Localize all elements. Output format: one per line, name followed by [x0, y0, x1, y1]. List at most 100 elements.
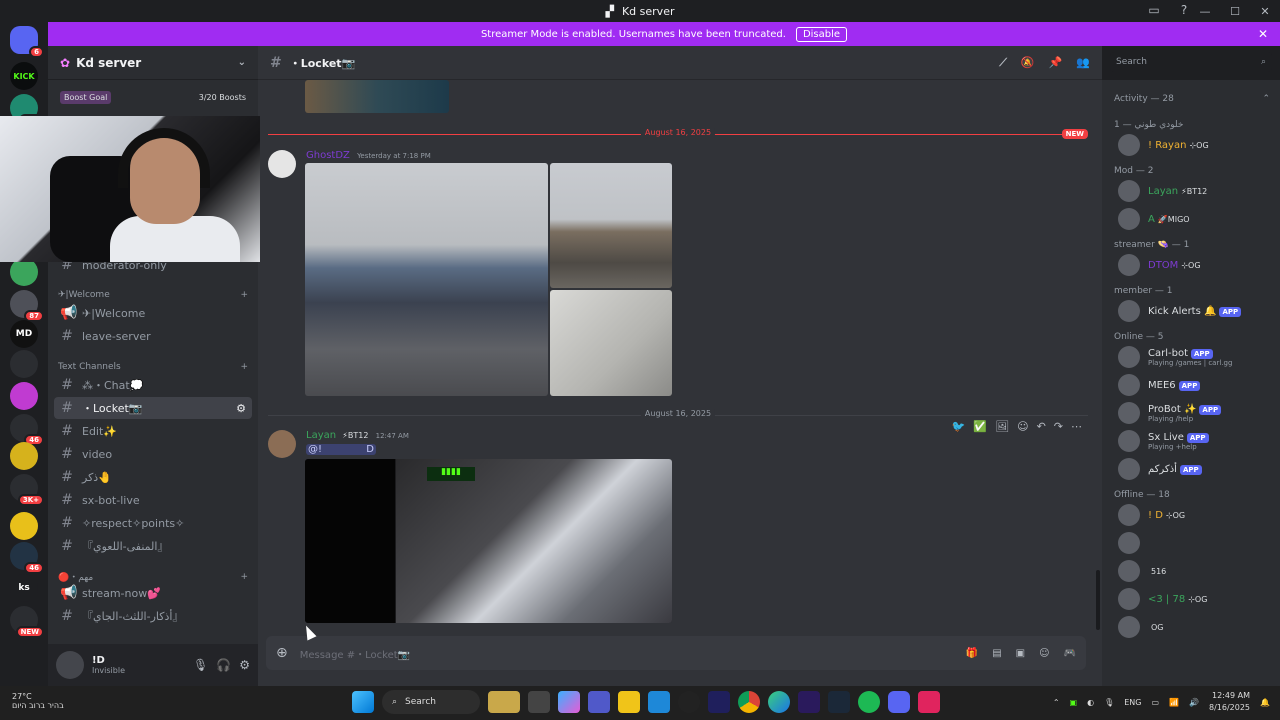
attachment-image-map[interactable]	[550, 290, 672, 396]
taskbar-search[interactable]: ⌕ Search	[382, 690, 480, 714]
notification-bell-icon[interactable]: 🔕	[1021, 56, 1035, 70]
premiere-icon[interactable]	[798, 691, 820, 713]
emoji-icon[interactable]: ☺	[1039, 648, 1049, 659]
member-item[interactable]: ! D ⊹OG	[1118, 504, 1185, 526]
channel-item[interactable]: # video	[54, 443, 252, 465]
disable-button[interactable]: Disable	[795, 26, 848, 42]
reaction-icon[interactable]: 🐦	[952, 420, 966, 433]
clock[interactable]: 12:49 AM 8/16/2025	[1209, 690, 1250, 714]
after-effects-icon[interactable]	[708, 691, 730, 713]
server-icon[interactable]	[10, 512, 38, 540]
member-item[interactable]: A 🚀MIGO	[1118, 208, 1190, 230]
sticker-icon[interactable]: ▣	[1016, 648, 1025, 659]
guild-header[interactable]: ✿ Kd server ⌄	[48, 46, 258, 80]
task-view-icon[interactable]	[528, 691, 550, 713]
start-icon[interactable]	[352, 691, 374, 713]
member-item[interactable]: OG	[1118, 616, 1164, 638]
member-item[interactable]: Layan ⚡BT12	[1118, 180, 1207, 202]
search-input[interactable]: Search ⌕	[1110, 52, 1272, 72]
channel-item[interactable]: # ⁂・Chat💭	[54, 374, 252, 396]
channel-item[interactable]: 📢 stream-now💕	[54, 582, 252, 604]
author-name[interactable]: GhostDZ	[306, 150, 350, 161]
wifi-icon[interactable]: 📶	[1169, 698, 1179, 707]
server-icon[interactable]	[10, 442, 38, 470]
record-app-icon[interactable]	[918, 691, 940, 713]
more-icon[interactable]: ⋯	[1071, 420, 1082, 433]
avatar[interactable]	[56, 651, 84, 679]
attachment-video[interactable]: ▮▮▮▮	[305, 459, 672, 623]
reply-icon[interactable]: ↶	[1037, 420, 1046, 433]
avatar[interactable]	[268, 430, 296, 458]
minimize-button[interactable]: —	[1190, 5, 1220, 18]
author-name[interactable]: Layan	[306, 430, 336, 441]
members-icon[interactable]: 👥	[1076, 56, 1090, 70]
server-icon[interactable]: 46	[10, 414, 44, 446]
notifications-icon[interactable]: 🔔	[1260, 698, 1270, 707]
category-text-channels[interactable]: Text Channels +	[58, 362, 248, 372]
member-item[interactable]: Sx Live APP Playing +help	[1118, 430, 1209, 452]
server-icon[interactable]: NEW	[10, 606, 44, 638]
pin-icon[interactable]: 📌	[1049, 56, 1063, 70]
gif-icon[interactable]: ▤	[992, 648, 1001, 659]
server-icon[interactable]: ks	[10, 574, 38, 602]
channel-item[interactable]: 📢 ✈|Welcome	[54, 302, 252, 324]
server-icon[interactable]: 46	[10, 542, 44, 574]
add-channel-icon[interactable]: +	[240, 572, 248, 582]
gear-icon[interactable]: ⚙	[239, 658, 250, 672]
member-item[interactable]: ProBot ✨ APP Playing /help	[1118, 402, 1222, 424]
display-icon[interactable]: ▭	[1152, 698, 1160, 707]
attachment-image-station[interactable]	[550, 163, 672, 288]
forward-icon[interactable]: ↷	[1054, 420, 1063, 433]
channel-item[interactable]: # ✧respect✧points✧	[54, 512, 252, 534]
copilot-icon[interactable]	[558, 691, 580, 713]
channel-item[interactable]: # Edit✨	[54, 420, 252, 442]
category-welcome[interactable]: ✈|Welcome +	[58, 290, 248, 300]
check-reaction-icon[interactable]: ✅	[973, 420, 987, 433]
github-icon[interactable]	[678, 691, 700, 713]
member-item[interactable]: Kick Alerts 🔔 APP	[1118, 300, 1242, 322]
add-reaction-icon[interactable]: ☺	[1017, 420, 1028, 433]
inbox-icon[interactable]: ▭	[1146, 3, 1162, 19]
chevron-up-icon[interactable]: ⌃	[1053, 698, 1060, 707]
channel-item[interactable]: # leave-server	[54, 325, 252, 347]
member-item[interactable]	[1118, 532, 1148, 554]
channel-item[interactable]: # sx-bot-live	[54, 489, 252, 511]
chrome-icon[interactable]	[738, 691, 760, 713]
activity-header[interactable]: Activity — 28 ⌃	[1114, 94, 1270, 104]
language-indicator[interactable]: ENG	[1124, 698, 1141, 707]
gear-icon[interactable]: ⚙	[236, 402, 246, 415]
channel-item[interactable]: # ・Locket📷 ⚙	[54, 397, 252, 419]
discord-icon[interactable]	[888, 691, 910, 713]
edge-icon[interactable]	[768, 691, 790, 713]
weather-widget[interactable]: 27°C בהיר ברוב היום	[12, 692, 64, 710]
server-icon[interactable]: KICK	[10, 62, 38, 90]
member-item[interactable]: ! Rayan ⊹OG	[1118, 134, 1209, 156]
boost-goal[interactable]: Boost Goal 3/20 Boosts	[56, 88, 250, 106]
teams-icon[interactable]	[588, 691, 610, 713]
file-explorer-icon[interactable]	[618, 691, 640, 713]
server-icon[interactable]: 87	[10, 290, 44, 322]
apps-icon[interactable]: 🎮	[1064, 648, 1076, 659]
threads-icon[interactable]: ⟋	[999, 56, 1007, 70]
server-icon[interactable]: MD	[10, 320, 38, 348]
member-item[interactable]: أذكركم APP	[1118, 458, 1202, 480]
spotify-icon[interactable]	[858, 691, 880, 713]
channel-item[interactable]: # 『أذكار-اللثث-الجاي』	[54, 605, 252, 627]
headphones-icon[interactable]: 🎧	[216, 658, 231, 672]
member-item[interactable]: MEE6 APP	[1118, 374, 1201, 396]
banner-close-icon[interactable]: ✕	[1258, 27, 1268, 41]
server-icon[interactable]	[10, 382, 38, 410]
steam-icon[interactable]	[828, 691, 850, 713]
member-item[interactable]: Carl-bot APP Playing /games | carl.gg	[1118, 346, 1232, 368]
gift-icon[interactable]: 🎁	[966, 648, 978, 659]
server-icon[interactable]	[10, 350, 38, 378]
add-channel-icon[interactable]: +	[240, 362, 248, 372]
shield-icon[interactable]: ◐	[1087, 698, 1094, 707]
channel-item[interactable]: # ذكر🤚	[54, 466, 252, 488]
kick-tray-icon[interactable]: ▣	[1070, 698, 1078, 707]
avatar[interactable]	[268, 150, 296, 178]
sticker-icon[interactable]: 🖼	[995, 420, 1009, 433]
attachment-image-street[interactable]	[305, 163, 548, 396]
chat-scrollbar[interactable]	[1096, 570, 1100, 630]
close-button[interactable]: ✕	[1250, 5, 1280, 18]
